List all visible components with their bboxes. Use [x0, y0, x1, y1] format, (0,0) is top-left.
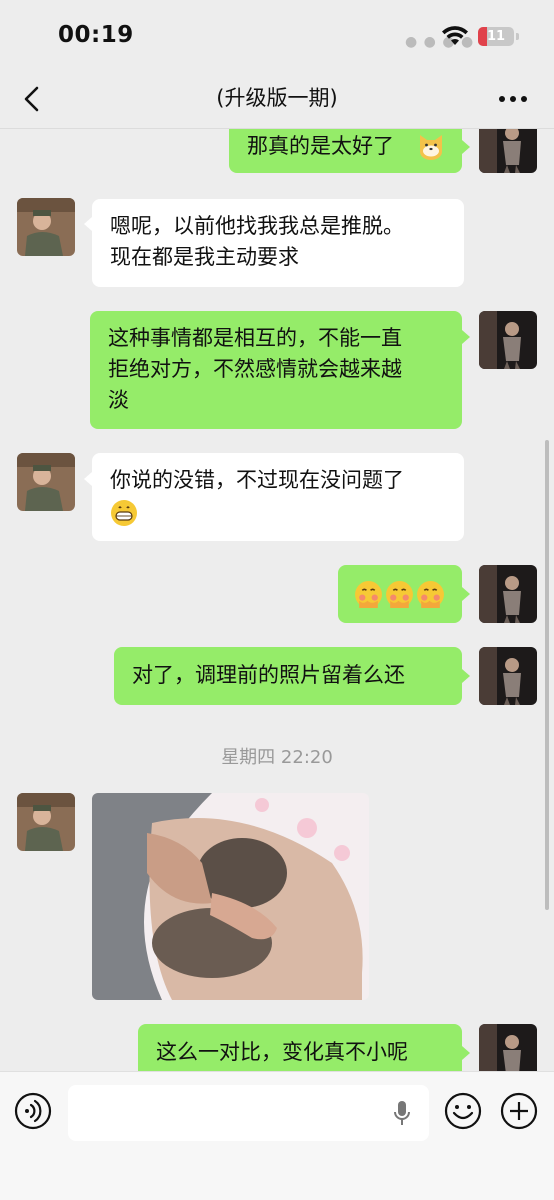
bubble-tail — [462, 669, 470, 683]
chat-timestamp: 星期四 22:20 — [221, 747, 333, 768]
message-text: 你说的没错，不过现在没问题了 — [110, 468, 404, 492]
mic-icon[interactable] — [393, 1100, 411, 1128]
cat-face-emoji-icon — [420, 135, 442, 160]
message-line: 这种事情都是相互的，不能一直 — [108, 326, 402, 350]
contact-avatar[interactable] — [17, 453, 75, 511]
contact-avatar[interactable] — [17, 793, 75, 851]
input-bar — [0, 1071, 554, 1200]
status-bar: 00:19 ● ● ● ● 11 — [0, 0, 554, 72]
wifi-icon — [442, 26, 468, 45]
message-line: 嗯呢，以前他找我我总是推脱。 — [110, 214, 404, 238]
message-input[interactable] — [68, 1085, 429, 1141]
shy-face-emoji-icon — [355, 581, 382, 608]
my-avatar[interactable] — [479, 1024, 537, 1071]
voice-icon[interactable] — [14, 1092, 52, 1130]
message-text: 对了，调理前的照片留着么还 — [132, 663, 405, 687]
message-text: 那真的是太好了 — [247, 134, 394, 158]
contact-avatar[interactable] — [17, 198, 75, 256]
battery-tip — [516, 33, 519, 40]
bubble-tail — [462, 1046, 470, 1060]
message-line: 淡 — [108, 388, 129, 412]
grinning-face-emoji-icon — [111, 500, 137, 526]
message-bubble-outgoing[interactable]: 那真的是太好了 — [229, 129, 462, 173]
message-bubble-outgoing[interactable]: 这种事情都是相互的，不能一直 拒绝对方，不然感情就会越来越 淡 — [90, 311, 462, 429]
status-time: 00:19 — [58, 22, 134, 48]
my-avatar[interactable] — [479, 129, 537, 173]
more-icon[interactable] — [498, 94, 528, 104]
chat-header: (升级版一期) — [0, 72, 554, 129]
bubble-tail — [462, 330, 470, 344]
bubble-tail — [84, 217, 92, 231]
message-bubble-outgoing[interactable] — [338, 565, 462, 623]
battery-level: 11 — [486, 29, 506, 44]
message-line: 拒绝对方，不然感情就会越来越 — [108, 357, 402, 381]
message-line: 现在都是我主动要求 — [110, 245, 299, 269]
plus-icon[interactable] — [500, 1092, 538, 1130]
image-message[interactable] — [92, 793, 369, 1000]
message-list[interactable]: 那真的是太好了 嗯呢，以前他找我我总是推脱。 现在都是我主动要求 这种事情都是相… — [0, 129, 554, 1071]
bubble-tail — [462, 587, 470, 601]
message-text: 这么一对比，变化真不小呢 — [156, 1040, 408, 1064]
battery-icon: 11 — [478, 27, 514, 46]
chat-title: (升级版一期) — [216, 86, 338, 110]
bubble-tail — [462, 140, 470, 154]
message-bubble-outgoing[interactable]: 对了，调理前的照片留着么还 — [114, 647, 462, 705]
my-avatar[interactable] — [479, 565, 537, 623]
shy-face-emoji-icon — [417, 581, 444, 608]
emoji-icon[interactable] — [444, 1092, 482, 1130]
my-avatar[interactable] — [479, 311, 537, 369]
shy-face-emoji-icon — [386, 581, 413, 608]
my-avatar[interactable] — [479, 647, 537, 705]
message-bubble-incoming[interactable]: 你说的没错，不过现在没问题了 — [92, 453, 464, 541]
message-bubble-incoming[interactable]: 嗯呢，以前他找我我总是推脱。 现在都是我主动要求 — [92, 199, 464, 287]
message-bubble-outgoing[interactable]: 这么一对比，变化真不小呢 — [138, 1024, 462, 1071]
scrollbar[interactable] — [545, 440, 549, 910]
bubble-tail — [84, 472, 92, 486]
